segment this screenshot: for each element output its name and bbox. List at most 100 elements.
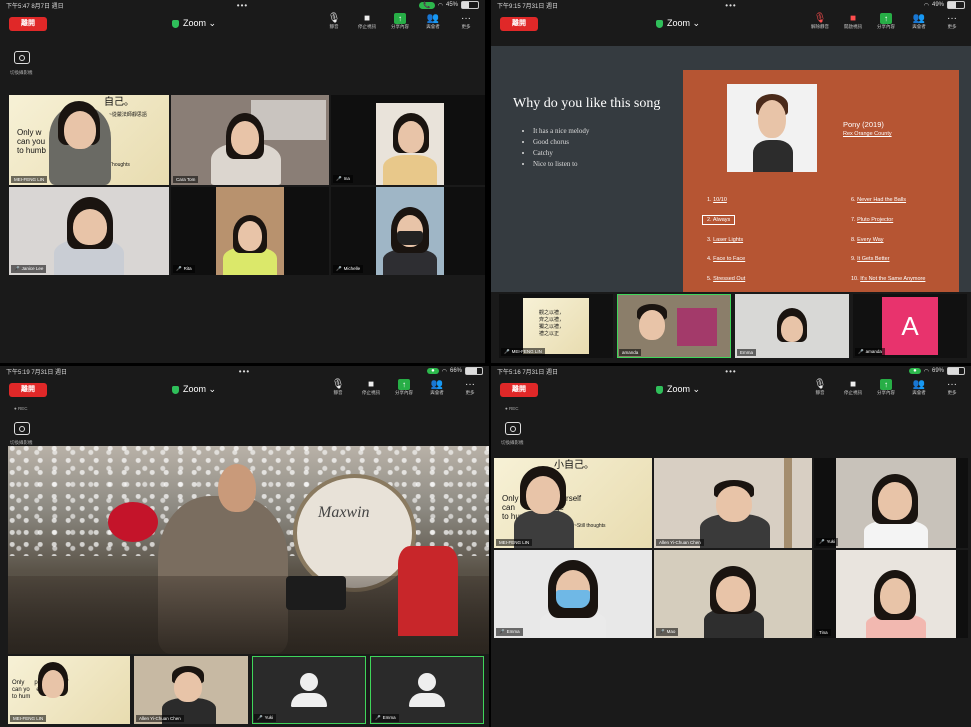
leave-button[interactable]: 離開	[9, 17, 47, 31]
participants-label: 與會者	[426, 24, 440, 29]
share-button[interactable]: ↑ 分享內容	[387, 13, 413, 30]
track-item[interactable]: 10. It's Not the Same Anymore	[851, 276, 925, 282]
slide-title: Why do you like this song	[513, 96, 661, 111]
thumb-tile-amanda-avatar[interactable]: A 🎤 amanda	[853, 294, 967, 358]
track-item[interactable]: 6. Never Had the Balls	[851, 197, 906, 203]
thumb-tile-emma[interactable]: 🎤 Emma	[370, 656, 484, 724]
name-text: Yuki	[264, 715, 274, 720]
switch-camera-icon[interactable]	[14, 51, 30, 64]
status-time: 下午5:47 8月7日 週日	[6, 3, 64, 10]
name-text: Mao	[666, 629, 676, 634]
performer-face	[218, 464, 256, 512]
meeting-title[interactable]: Zoom ⌄	[656, 384, 700, 395]
album-cover	[727, 84, 817, 172]
track-title: Face to Face	[713, 256, 746, 262]
unmute-button[interactable]: 🎙 解除靜音	[807, 13, 833, 30]
stop-video-button[interactable]: ■ 停止視訊	[358, 379, 384, 396]
video-tile-rita[interactable]: 🎤 Rita	[171, 187, 329, 275]
video-tile-mei-feng-lin[interactable]: 小自己。 Only spect yourself can courage to …	[494, 458, 652, 548]
video-tile-mao[interactable]: 🎤 Mao	[654, 550, 812, 638]
stop-video-button[interactable]: ■ 停止視訊	[840, 379, 866, 396]
share-button[interactable]: ↑ 分享內容	[873, 379, 899, 396]
thumb-tile-allen[interactable]: Allen Yi-Chuan Chen	[134, 656, 248, 724]
switch-camera-icon[interactable]	[505, 422, 521, 435]
leave-button[interactable]: 離開	[500, 17, 538, 31]
track-num: 3.	[707, 237, 712, 243]
thumb-tile-amanda[interactable]: amanda	[617, 294, 731, 358]
video-tile-ina[interactable]: 🎤 Ina	[331, 95, 485, 185]
participants-button[interactable]: 👥 與會者	[424, 379, 450, 396]
track-item-selected[interactable]: 2. Always	[702, 215, 736, 225]
track-item[interactable]: 7. Pluto Projector	[851, 217, 893, 223]
tile-name-label: MEI-FENG LIN	[496, 539, 533, 546]
person-face	[64, 111, 96, 149]
mute-button[interactable]: 🎙 靜音	[321, 13, 347, 30]
more-button[interactable]: ··· 更多	[939, 379, 965, 396]
stop-video-button[interactable]: ■ 停止視訊	[354, 13, 380, 30]
zoom-screen-top-left: 下午5:47 8月7日 週日 ••• 📞 ◠ 45% 離開 Zoom ⌄ 🎙 靜音…	[0, 0, 485, 363]
participants-icon: 👥	[912, 379, 926, 390]
person-face	[42, 670, 64, 698]
meeting-title[interactable]: Zoom ⌄	[656, 18, 700, 29]
person-face	[231, 121, 259, 155]
track-item[interactable]: 4. Face to Face	[707, 256, 745, 262]
meeting-title[interactable]: Zoom ⌄	[172, 18, 216, 29]
wifi-icon: ◠	[923, 368, 929, 375]
video-tile-cara-tom[interactable]: Cara Tom	[171, 95, 329, 185]
album-artist[interactable]: Rex Orange County	[843, 131, 892, 137]
track-item[interactable]: 3. Laser Lights	[707, 237, 743, 243]
track-title: Pluto Projector	[857, 217, 894, 223]
default-avatar-icon	[291, 673, 327, 707]
mute-button[interactable]: 🎙 靜音	[325, 379, 351, 396]
participants-button[interactable]: 👥 與會者	[420, 13, 446, 30]
leave-button[interactable]: 離開	[9, 383, 47, 397]
track-item[interactable]: 9. It Gets Better	[851, 256, 890, 262]
participants-button[interactable]: 👥 與會者	[906, 379, 932, 396]
zoom-title-text: Zoom ⌄	[667, 384, 701, 394]
zoom-toolbar: 離開 Zoom ⌄ 🎙 靜音 ■ 停止視訊 ↑ 分享內容 👥 與會者 ··· 更多	[0, 376, 489, 406]
video-tile-tina[interactable]: Tina	[814, 550, 968, 638]
more-button[interactable]: ··· 更多	[453, 13, 479, 30]
more-button[interactable]: ··· 更多	[457, 379, 483, 396]
name-text: Cara Tom	[176, 177, 196, 182]
meeting-title[interactable]: Zoom ⌄	[172, 384, 216, 395]
video-tile-mei-feng-lin[interactable]: 自己。 ~從嚴法師靜思語 Only w pect yourself can yo…	[9, 95, 169, 185]
thumb-tile-mei-feng-lin[interactable]: Only pect yourself can yo e courage to h…	[8, 656, 130, 724]
track-title: It's Not the Same Anymore	[860, 276, 926, 282]
track-item[interactable]: 5. Stressed Out	[707, 276, 745, 282]
person-shoulders	[383, 155, 437, 185]
track-item[interactable]: 1. 10/10	[707, 197, 727, 203]
muted-mic-icon: 🎤	[375, 715, 381, 720]
video-tile-yuki[interactable]: 🎤 Yuki	[814, 458, 968, 548]
name-text: amanda	[622, 350, 639, 355]
video-camera-icon: ■	[849, 379, 857, 390]
muted-mic-icon: 🎤	[499, 629, 505, 634]
leave-button[interactable]: 離開	[500, 383, 538, 397]
share-button[interactable]: ↑ 分享內容	[391, 379, 417, 396]
share-label: 分享內容	[395, 390, 413, 395]
video-tile-michelle[interactable]: 🎤 Michelle	[331, 187, 485, 275]
top-dots: •••	[236, 0, 249, 10]
thumb-tile-yuki[interactable]: 🎤 Yuki	[252, 656, 366, 724]
switch-camera-icon[interactable]	[14, 422, 30, 435]
share-button[interactable]: ↑ 分享內容	[873, 13, 899, 30]
video-tile-emma[interactable]: 🎤 Emma	[494, 550, 652, 638]
start-video-button[interactable]: ■ 開啟視訊	[840, 13, 866, 30]
tile-name-label: 🎤 Mao	[656, 628, 679, 636]
video-tile-allen[interactable]: Allen Yi-Chuan Chen	[654, 458, 812, 548]
mute-button[interactable]: 🎙 靜音	[807, 379, 833, 396]
participants-button[interactable]: 👥 與會者	[906, 13, 932, 30]
person-face	[716, 486, 752, 522]
thumb-tile-mei-feng-lin[interactable]: 觀之以禮， 齊之以禮， 獨之以禮， 禮之以正 🎤 MEI-FENG LIN	[499, 294, 613, 358]
person-face	[880, 578, 910, 614]
muted-mic-icon: 🎤	[504, 349, 510, 354]
call-indicator: ●	[427, 368, 439, 374]
video-tile-janice-lee[interactable]: 🎤 Janice Lee	[9, 187, 169, 275]
more-button[interactable]: ··· 更多	[939, 13, 965, 30]
thumb-tile-emma[interactable]: Emma	[735, 294, 849, 358]
track-item[interactable]: 8. Every Way	[851, 237, 884, 243]
zoom-toolbar: 離開 Zoom ⌄ 🎙 靜音 ■ 停止視訊 ↑ 分享內容 👥 與會者 ··· 更多	[491, 376, 971, 406]
shield-icon	[656, 19, 663, 28]
tile-name-label: amanda	[619, 349, 642, 356]
mute-label: 靜音	[815, 390, 825, 395]
